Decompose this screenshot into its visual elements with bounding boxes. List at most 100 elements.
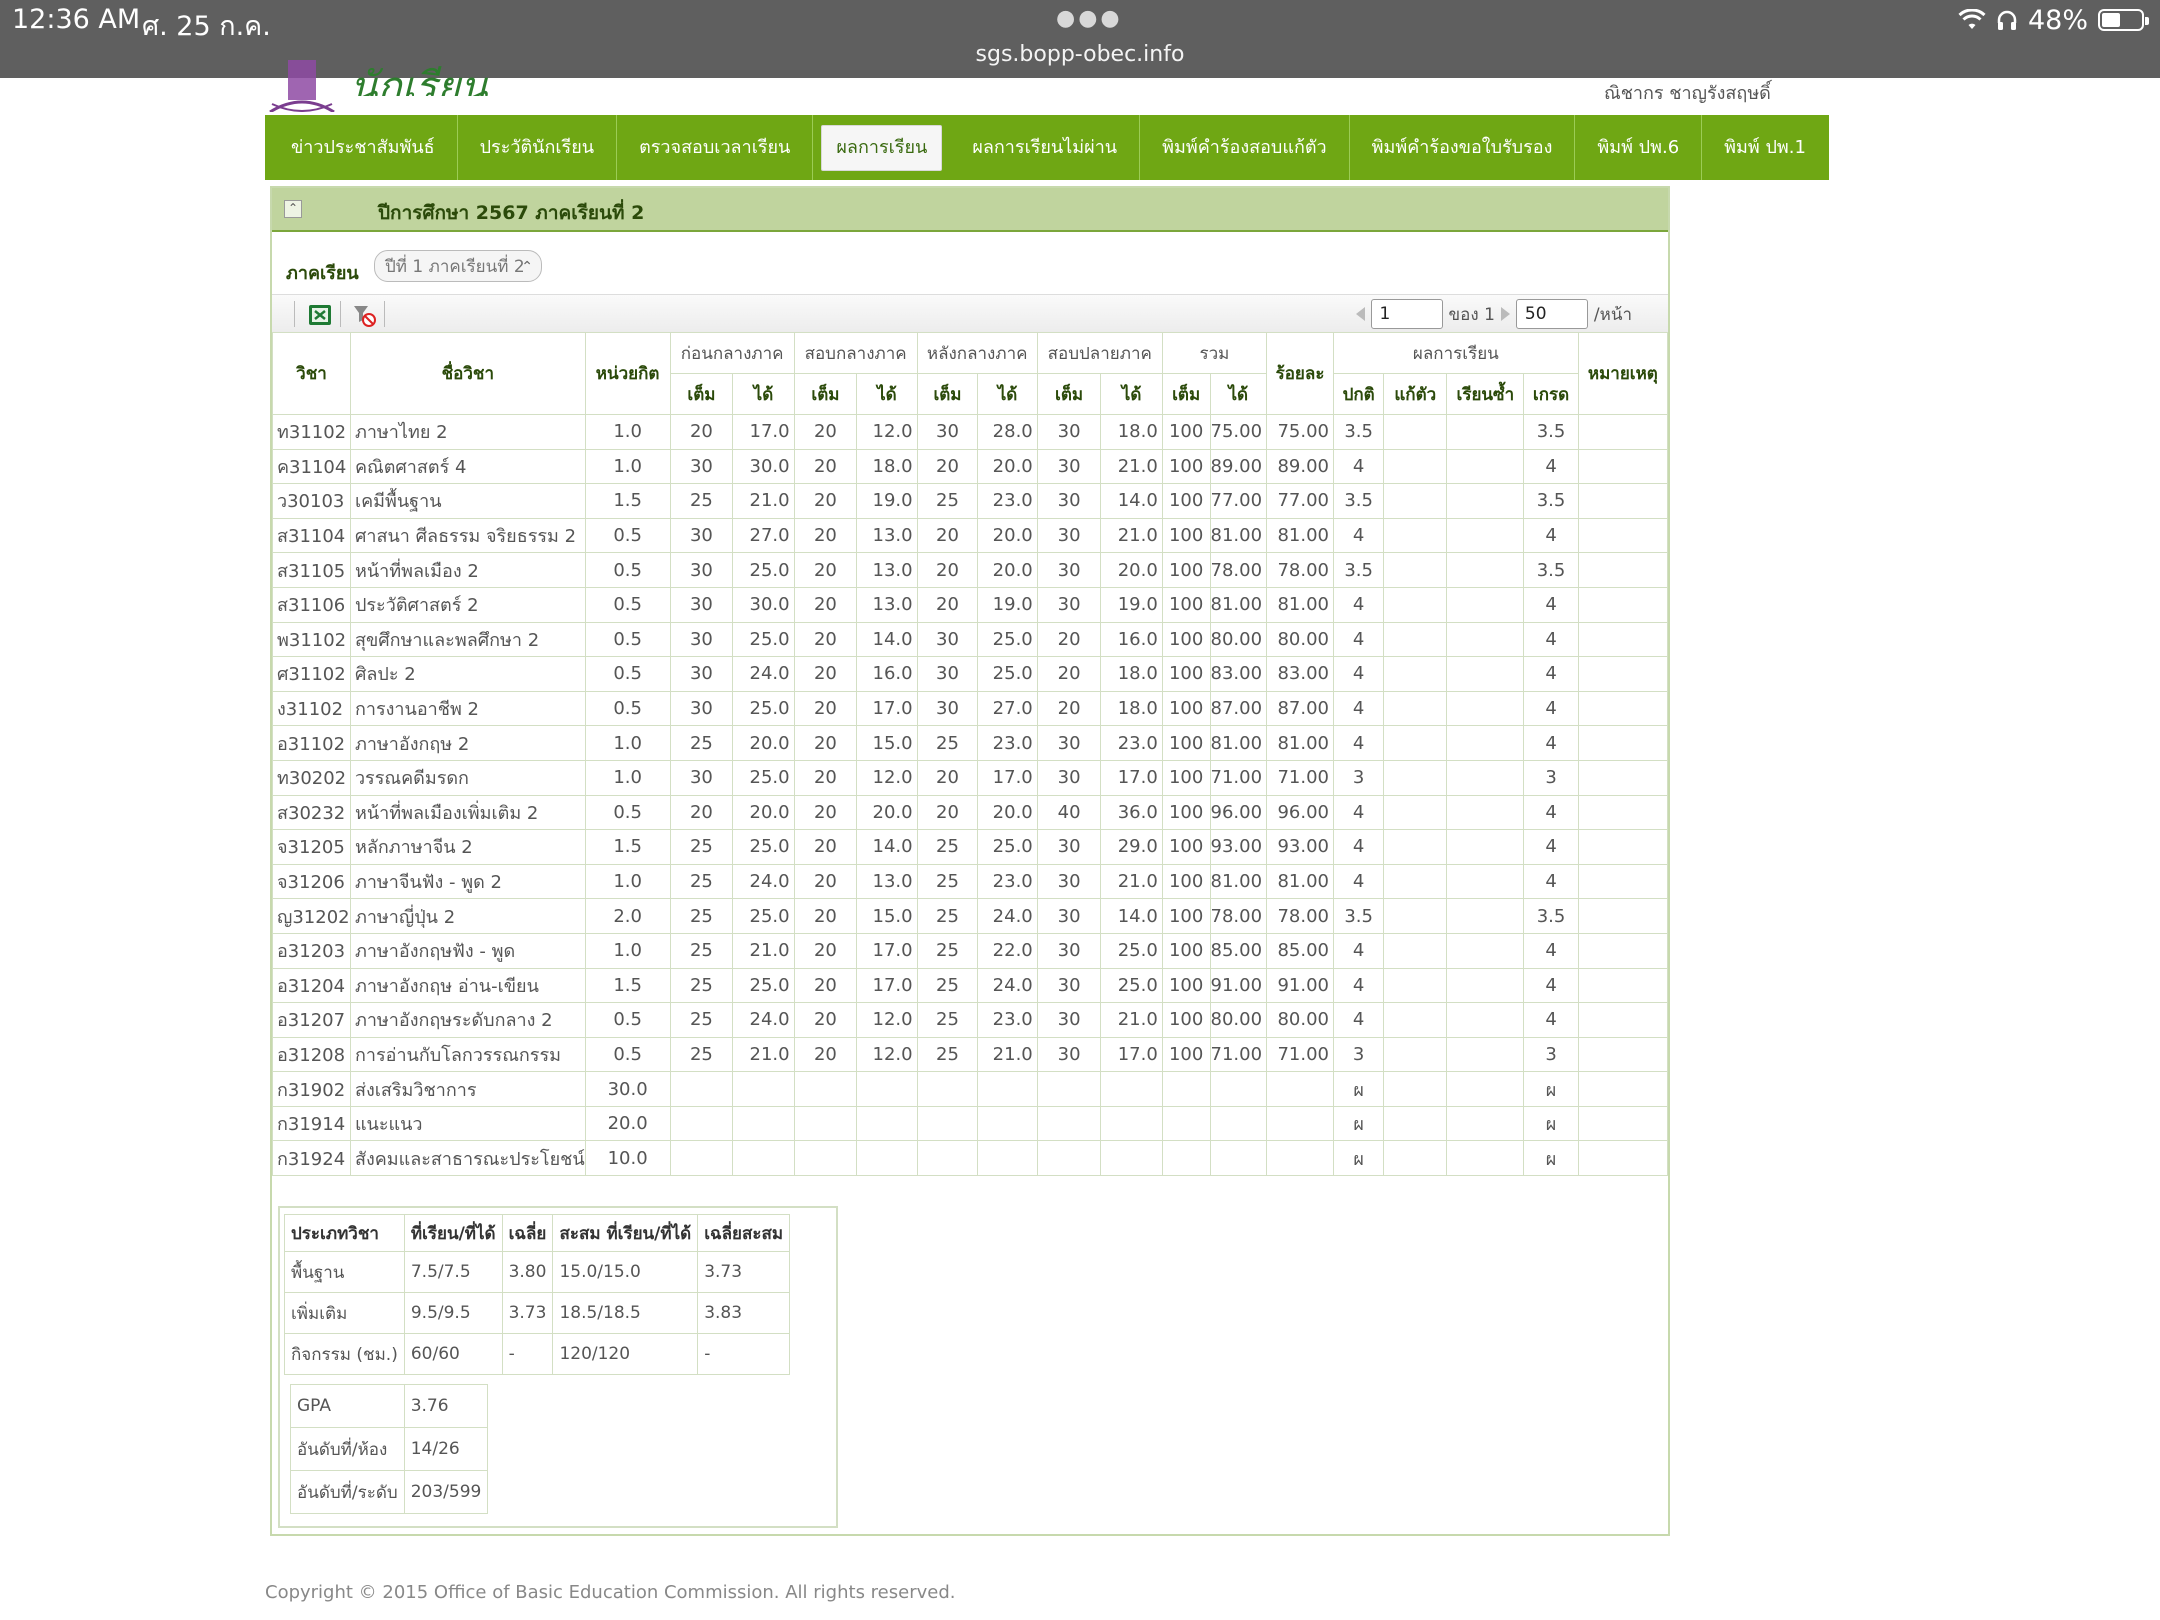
subject-name: ภาษาอังกฤษ 2 (349, 725, 586, 761)
table-row[interactable]: อ31207 ภาษาอังกฤษระดับกลาง 2 0.5 25 24.0 20 12… (272, 1002, 1669, 1038)
remark-cell (1577, 863, 1669, 900)
table-row[interactable]: พ31102 สุขศึกษาและพลศึกษา 2 0.5 30 25.0 20 14.… (272, 621, 1669, 658)
term-label: ภาคเรียน (286, 263, 359, 284)
page-size-input[interactable]: 50 (1515, 299, 1588, 329)
nav-item[interactable]: พิมพ์คำร้องขอใบรับรอง (1350, 115, 1576, 180)
col-retake-header[interactable]: แก้ตัว (1383, 373, 1448, 415)
table-row[interactable]: อ31203 ภาษาอังกฤษฟัง - พูด 1.0 25 21.0 20 17.0… (272, 932, 1669, 969)
col-result-header: ผลการเรียน (1333, 332, 1579, 374)
nav-item[interactable]: พิมพ์ ปพ.1 (1702, 115, 1828, 180)
table-row[interactable]: จ31206 ภาษาจีนฟัง - พูด 2 1.0 25 24.0 20 13.0 2… (272, 863, 1669, 900)
after-mid-score: 23.0 (977, 1002, 1038, 1038)
mid-exam-full (793, 1071, 858, 1107)
table-row[interactable]: ง31102 การงานอาชีพ 2 0.5 30 25.0 20 17.0 30 27.0… (272, 690, 1669, 727)
col-full-header[interactable]: เต็ม (793, 373, 858, 415)
final-exam-score: 29.0 (1100, 829, 1163, 865)
col-full-header[interactable]: เต็ม (916, 373, 979, 415)
final-exam-score: 19.0 (1100, 586, 1163, 623)
total-score: 81.00 (1209, 517, 1268, 554)
table-row[interactable]: ส31104 ศาสนา ศีลธรรม จริยธรรม 2 0.5 30 27.0 2… (272, 517, 1669, 554)
mid-exam-score: 12.0 (856, 759, 918, 796)
col-percent-header[interactable]: ร้อยละ (1266, 332, 1334, 415)
col-got-header[interactable]: ได้ (1100, 373, 1163, 415)
retake-grade (1383, 898, 1448, 934)
table-row[interactable]: ส30232 หน้าที่พลเมืองเพิ่มเติม 2 0.5 20 20.0… (272, 794, 1669, 831)
col-name-header[interactable]: ชื่อวิชา (349, 332, 586, 415)
total-score: 81.00 (1209, 863, 1268, 900)
table-row[interactable]: อ31208 การอ่านกับโลกวรรณกรรม 0.5 25 21.0 20 12… (272, 1036, 1669, 1073)
col-remark-header[interactable]: หมายเหตุ (1577, 332, 1669, 415)
table-row[interactable]: ก31924 สังคมและสาธารณะประโยชน์ 10.0 ผ ผ (272, 1140, 1669, 1177)
table-row[interactable]: ก31914 แนะแนว 20.0 ผ ผ (272, 1105, 1669, 1142)
table-row[interactable]: ว30103 เคมีพื้นฐาน 1.5 25 21.0 20 19.0 25 23.0 30… (272, 483, 1669, 519)
col-credit-header[interactable]: หน่วยกิต (584, 332, 671, 415)
col-got-header[interactable]: ได้ (1209, 373, 1268, 415)
nav-item[interactable]: ผลการเรียน (821, 124, 943, 171)
prev-page-icon[interactable] (1355, 307, 1365, 321)
page-input[interactable]: 1 (1370, 299, 1443, 329)
table-row[interactable]: ค31104 คณิตศาสตร์ 4 1.0 30 30.0 20 18.0 20 20.0 3… (272, 448, 1669, 485)
after-mid-score (977, 1105, 1038, 1142)
excel-export-icon[interactable] (308, 303, 332, 327)
nav-item[interactable]: ผลการเรียนไม่ผ่าน (950, 115, 1141, 180)
nav-item[interactable]: พิมพ์คำร้องสอบแก้ตัว (1140, 115, 1350, 180)
after-mid-full: 30 (916, 414, 979, 450)
nav-item[interactable]: พิมพ์ ปพ.6 (1575, 115, 1703, 180)
col-full-header[interactable]: เต็ม (669, 373, 734, 415)
subject-name: วรรณคดีมรดก (349, 759, 586, 796)
subject-code: ท31102 (272, 414, 351, 450)
table-row[interactable]: ส31105 หน้าที่พลเมือง 2 0.5 30 25.0 20 13.0 20 2… (272, 552, 1669, 588)
col-got-header[interactable]: ได้ (732, 373, 795, 415)
col-repeat-header[interactable]: เรียนซ้ำ (1446, 373, 1525, 415)
grade-cell: ผ (1523, 1071, 1579, 1107)
after-mid-full: 25 (916, 1002, 979, 1038)
table-row[interactable]: ท31102 ภาษาไทย 2 1.0 20 17.0 20 12.0 30 28.0 30 18… (272, 414, 1669, 450)
nav-item[interactable]: ตรวจสอบเวลาเรียน (617, 115, 814, 180)
term-select[interactable]: ปีที่ 1 ภาคเรียนที่ 2 ⌃ (374, 250, 542, 282)
table-row[interactable]: อ31102 ภาษาอังกฤษ 2 1.0 25 20.0 20 15.0 25 23.0 3… (272, 725, 1669, 761)
normal-grade: 4 (1332, 656, 1385, 692)
col-got-header[interactable]: ได้ (977, 373, 1038, 415)
percent-cell: 81.00 (1266, 725, 1334, 761)
total-score: 87.00 (1209, 690, 1268, 727)
after-mid-score: 20.0 (977, 794, 1038, 831)
col-full-header[interactable]: เต็ม (1036, 373, 1102, 415)
final-exam-full: 30 (1036, 898, 1102, 934)
col-normal-header[interactable]: ปกติ (1332, 373, 1385, 415)
summary-cell: พื้นฐาน (284, 1251, 405, 1293)
retake-grade (1383, 932, 1448, 969)
col-grade-header[interactable]: เกรด (1523, 373, 1579, 415)
table-row[interactable]: อ31204 ภาษาอังกฤษ อ่าน-เขียน 1.5 25 25.0 20 17… (272, 967, 1669, 1004)
total-full: 100 (1161, 967, 1211, 1004)
col-full-header[interactable]: เต็ม (1161, 373, 1211, 415)
final-exam-score: 18.0 (1100, 414, 1163, 450)
table-row[interactable]: จ31205 หลักภาษาจีน 2 1.5 25 25.0 20 14.0 25 25.0… (272, 829, 1669, 865)
table-row[interactable]: ท30202 วรรณคดีมรดก 1.0 30 25.0 20 12.0 20 17.0 30… (272, 759, 1669, 796)
subject-code: อ31204 (272, 967, 351, 1004)
table-row[interactable]: ศ31102 ศิลปะ 2 0.5 30 24.0 20 16.0 30 25.0 20 18.0… (272, 656, 1669, 692)
next-page-icon[interactable] (1500, 307, 1510, 321)
before-mid-full (669, 1071, 734, 1107)
table-row[interactable]: ก31902 ส่งเสริมวิชาการ 30.0 ผ ผ (272, 1071, 1669, 1107)
final-exam-full: 30 (1036, 586, 1102, 623)
more-dots-icon[interactable]: ●●● (1056, 6, 1123, 31)
nav-item[interactable]: ข่าวประชาสัมพันธ์ (269, 115, 458, 180)
col-got-header[interactable]: ได้ (856, 373, 918, 415)
mid-exam-score: 15.0 (856, 898, 918, 934)
after-mid-full: 20 (916, 759, 979, 796)
final-exam-score: 16.0 (1100, 621, 1163, 658)
retake-grade (1383, 1071, 1448, 1107)
summary-header: ที่เรียน/ที่ได้ (403, 1214, 503, 1252)
table-row[interactable]: ส31106 ประวัติศาสตร์ 2 0.5 30 30.0 20 13.0 20 19… (272, 586, 1669, 623)
before-mid-score: 25.0 (732, 898, 795, 934)
collapse-icon[interactable]: ⌃ (284, 200, 302, 218)
final-exam-full: 30 (1036, 1036, 1102, 1073)
nav-item[interactable]: ประวัตินักเรียน (458, 115, 618, 180)
mid-exam-full: 20 (793, 898, 858, 934)
col-total-header: รวม (1161, 332, 1268, 374)
col-code-header[interactable]: วิชา (272, 332, 351, 415)
table-row[interactable]: ญ31202 ภาษาญี่ปุ่น 2 2.0 25 25.0 20 15.0 25 24.0… (272, 898, 1669, 934)
credit-cell: 20.0 (584, 1105, 671, 1142)
total-full: 100 (1161, 794, 1211, 831)
clear-filter-icon[interactable] (352, 303, 376, 327)
